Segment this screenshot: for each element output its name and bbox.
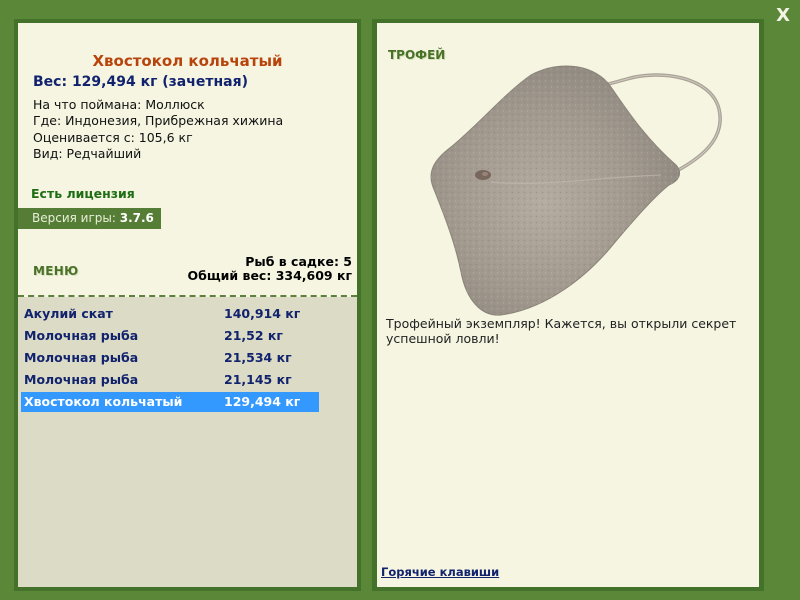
catch-name: Молочная рыба <box>24 328 139 343</box>
fish-location: Где: Индонезия, Прибрежная хижина <box>33 113 284 129</box>
catch-name: Молочная рыба <box>24 350 139 365</box>
menu-button[interactable]: МЕНЮ <box>33 264 78 278</box>
fish-bait: На что поймана: Моллюск <box>33 97 205 112</box>
fish-info-panel: Хвостокол кольчатый Вес: 129,494 кг (зач… <box>14 19 361 591</box>
version-label: Версия игры: <box>32 211 120 225</box>
close-button[interactable]: X <box>776 5 790 27</box>
license-status: Есть лицензия <box>31 186 135 201</box>
trophy-panel: ТРОФЕЙ Трофейный экземпляр! Кажется, вы … <box>372 19 764 591</box>
stingray-image <box>430 65 722 316</box>
catch-weight: 140,914 кг <box>224 306 301 321</box>
catch-name: Молочная рыба <box>24 372 139 387</box>
catch-weight: 21,534 кг <box>224 350 292 365</box>
catch-row[interactable]: Молочная рыба 21,145 кг <box>21 370 321 390</box>
cage-count: Рыб в садке: 5 <box>245 254 352 269</box>
trophy-panel-inner: ТРОФЕЙ Трофейный экземпляр! Кажется, вы … <box>377 23 759 587</box>
catch-weight: 129,494 кг <box>224 394 301 409</box>
catch-name: Акулий скат <box>24 306 113 321</box>
catch-name: Хвостокол кольчатый <box>24 394 183 409</box>
fish-title: Хвостокол кольчатый <box>92 52 283 70</box>
game-frame: X Хвостокол кольчатый Вес: 129,494 кг (з… <box>0 0 800 600</box>
version-value: 3.7.6 <box>119 211 154 225</box>
catch-row[interactable]: Акулий скат 140,914 кг <box>21 304 321 324</box>
cage-summary: Рыб в садке: 5 Общий вес: 334,609 кг <box>188 255 353 283</box>
catch-row[interactable]: Молочная рыба 21,534 кг <box>21 348 321 368</box>
trophy-description: Трофейный экземпляр! Кажется, вы открыли… <box>386 316 737 346</box>
fish-details: На что поймана: Моллюск Где: Индонезия, … <box>33 97 283 162</box>
catch-row[interactable]: Молочная рыба 21,52 кг <box>21 326 321 346</box>
hotkeys-link[interactable]: Горячие клавиши <box>381 565 499 579</box>
fish-weight: Вес: 129,494 кг (зачетная) <box>33 74 248 90</box>
catch-row-selected[interactable]: Хвостокол кольчатый 129,494 кг <box>21 392 319 412</box>
cage-total-weight: Общий вес: 334,609 кг <box>187 268 353 283</box>
catch-weight: 21,145 кг <box>224 372 292 387</box>
fish-info-panel-inner: Хвостокол кольчатый Вес: 129,494 кг (зач… <box>18 23 357 587</box>
fish-valuation: Оценивается с: 105,6 кг <box>33 129 193 145</box>
version-badge: Версия игры: 3.7.6 <box>18 208 161 229</box>
catch-list: Акулий скат 140,914 кг Молочная рыба 21,… <box>18 297 357 587</box>
catch-weight: 21,52 кг <box>224 328 283 343</box>
fish-rarity: Вид: Редчайший <box>33 145 142 161</box>
